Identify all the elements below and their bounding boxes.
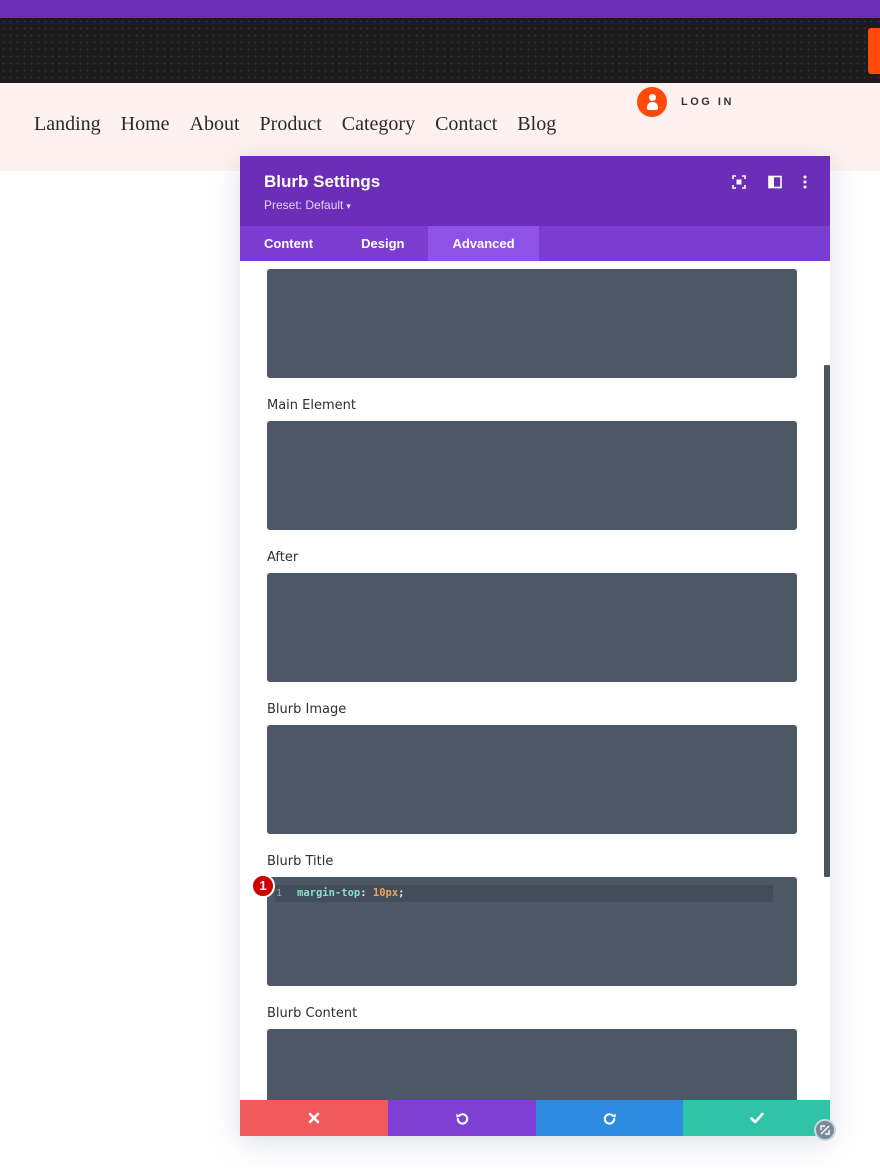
- css-value: 10px: [372, 887, 399, 899]
- field-label-blurb-content: Blurb Content: [267, 1006, 358, 1021]
- login-label: LOG IN: [681, 96, 734, 108]
- more-dots-icon[interactable]: [797, 174, 813, 190]
- code-line: 1 margin-top: 10px;: [275, 885, 773, 902]
- nav-link-home[interactable]: Home: [121, 113, 170, 136]
- preset-label: Preset: Default: [264, 198, 344, 212]
- top-purple-bar: [0, 0, 880, 18]
- redo-button[interactable]: [536, 1100, 683, 1136]
- save-button[interactable]: [683, 1100, 830, 1136]
- close-icon: [308, 1112, 320, 1124]
- scrollbar[interactable]: [824, 365, 830, 877]
- caret-down-icon: ▾: [346, 201, 351, 211]
- blurb-settings-modal: Blurb Settings Preset: Default ▾ Content …: [240, 156, 830, 1136]
- tab-advanced[interactable]: Advanced: [428, 226, 539, 261]
- nav-link-about[interactable]: About: [190, 113, 240, 136]
- undo-icon: [455, 1112, 468, 1125]
- user-icon: [637, 87, 667, 117]
- undo-button[interactable]: [388, 1100, 536, 1136]
- modal-footer: [240, 1100, 830, 1136]
- nav-links: Landing Home About Product Category Cont…: [34, 113, 556, 136]
- tab-content[interactable]: Content: [240, 226, 337, 261]
- modal-title: Blurb Settings: [264, 172, 381, 191]
- css-editor-after[interactable]: [267, 573, 797, 682]
- preset-selector[interactable]: Preset: Default ▾: [264, 198, 351, 212]
- annotation-badge: 1: [251, 874, 275, 898]
- header-dark-band: [0, 18, 880, 83]
- split-view-icon[interactable]: [767, 174, 783, 190]
- advanced-fields-panel: Main Element After Blurb Image Blurb Tit…: [240, 261, 830, 1100]
- field-label-blurb-image: Blurb Image: [267, 702, 347, 717]
- nav-link-category[interactable]: Category: [342, 113, 415, 136]
- css-terminator: ;: [398, 887, 405, 899]
- field-label-blurb-title: Blurb Title: [267, 854, 334, 869]
- css-separator: :: [360, 887, 373, 899]
- modal-header: Blurb Settings Preset: Default ▾: [240, 156, 830, 226]
- css-editor-before[interactable]: [267, 269, 797, 378]
- nav-link-product[interactable]: Product: [260, 113, 322, 136]
- nav-link-landing[interactable]: Landing: [34, 113, 101, 136]
- tab-design[interactable]: Design: [337, 226, 428, 261]
- redo-icon: [603, 1112, 616, 1125]
- nav-link-contact[interactable]: Contact: [435, 113, 497, 136]
- css-editor-blurb-content[interactable]: [267, 1029, 797, 1100]
- css-property: margin-top: [297, 887, 361, 899]
- login-link[interactable]: LOG IN: [637, 87, 734, 117]
- settings-tabs: Content Design Advanced: [240, 226, 830, 261]
- nav-link-blog[interactable]: Blog: [517, 113, 556, 136]
- css-editor-main-element[interactable]: [267, 421, 797, 530]
- line-number: 1: [276, 888, 283, 899]
- css-editor-blurb-image[interactable]: [267, 725, 797, 834]
- field-label-main-element: Main Element: [267, 398, 356, 413]
- focus-icon[interactable]: [731, 174, 747, 190]
- check-icon: [749, 1112, 764, 1124]
- code-text: margin-top: 10px;: [297, 885, 405, 902]
- css-editor-blurb-title[interactable]: 1 margin-top: 10px;: [267, 877, 797, 986]
- field-label-after: After: [267, 550, 299, 565]
- resize-handle-icon[interactable]: [814, 1119, 836, 1141]
- orange-side-tab[interactable]: [868, 28, 880, 74]
- cancel-button[interactable]: [240, 1100, 388, 1136]
